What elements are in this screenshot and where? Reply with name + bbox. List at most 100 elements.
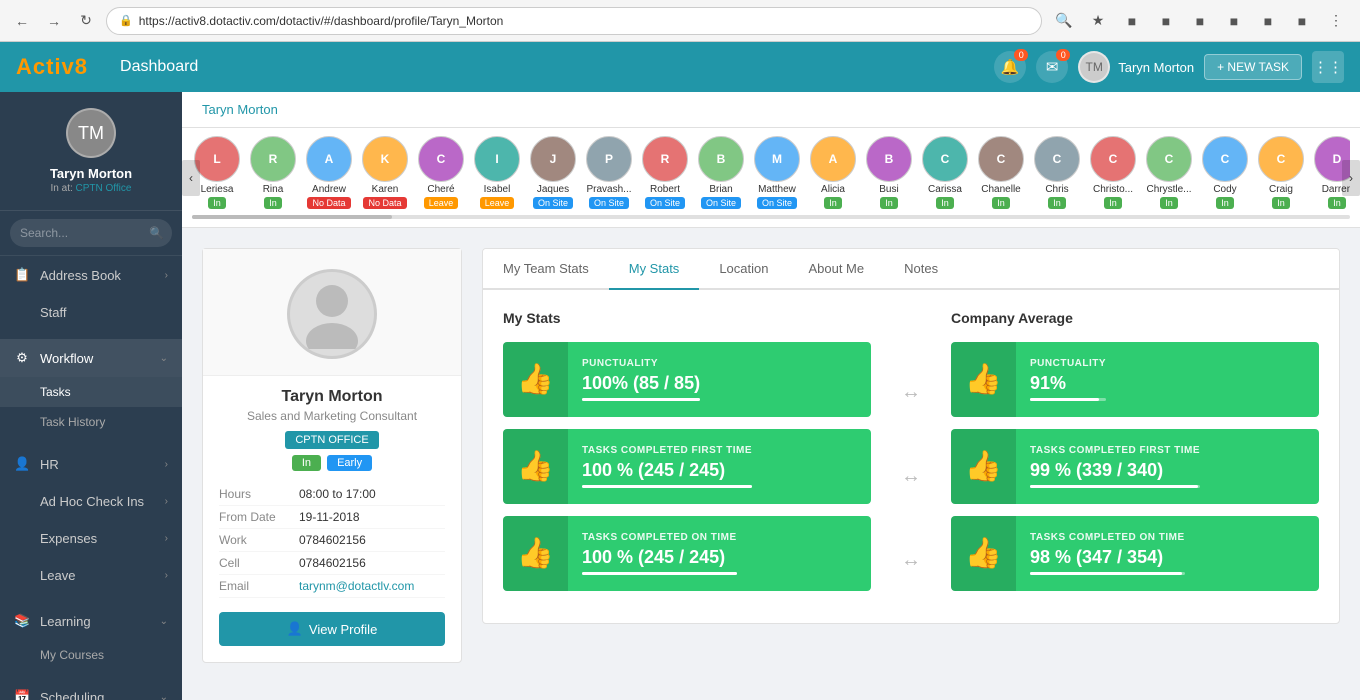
- thumbs-up-icon: 👍: [517, 362, 554, 397]
- team-member-name: Robert: [650, 184, 680, 195]
- stat-icon-area: 👍: [503, 516, 568, 591]
- search-icon: 🔍: [149, 226, 164, 240]
- tab-about-me[interactable]: About Me: [788, 249, 884, 290]
- stat-bar-fill: [1030, 485, 1198, 488]
- team-member[interactable]: C Cody In: [1200, 136, 1250, 209]
- team-member[interactable]: A Andrew No Data: [304, 136, 354, 209]
- sidebar-item-adhoc[interactable]: Ad Hoc Check Ins ›: [0, 483, 182, 520]
- team-member-status: In: [1272, 197, 1290, 209]
- team-member[interactable]: C Christo... In: [1088, 136, 1138, 209]
- sidebar-item-workflow[interactable]: ⚙ Workflow ⌄: [0, 339, 182, 377]
- strip-nav-left-button[interactable]: ‹: [182, 160, 200, 196]
- team-member-avatar: C: [1090, 136, 1136, 182]
- stat-label: TASKS COMPLETED FIRST TIME: [1030, 445, 1200, 456]
- messages-button[interactable]: ✉ 0: [1036, 51, 1068, 83]
- forward-button[interactable]: →: [42, 9, 66, 33]
- sidebar-avatar: TM: [66, 108, 116, 158]
- sidebar-item-expenses[interactable]: Expenses ›: [0, 520, 182, 557]
- profile-avatar-area: [203, 249, 461, 376]
- team-member-avatar: B: [698, 136, 744, 182]
- arrow-icon-1: ↔: [901, 381, 921, 404]
- team-strip: L Leriesa In R Rina In A Andrew No Data …: [192, 136, 1350, 209]
- refresh-button[interactable]: ↻: [74, 9, 98, 33]
- team-member-avatar: C: [1202, 136, 1248, 182]
- tab-my-stats[interactable]: My Stats: [609, 249, 700, 290]
- browser-ext1-button[interactable]: ■: [1118, 7, 1146, 35]
- breadcrumb: Taryn Morton: [202, 102, 278, 117]
- stat-icon-area: 👍: [951, 342, 1016, 417]
- thumbs-up-icon: 👍: [965, 449, 1002, 484]
- company-stats-cards: 👍 PUNCTUALITY 91% 👍 TASKS COMPLETED FIRS…: [951, 342, 1319, 591]
- browser-menu-button[interactable]: ⋮: [1322, 7, 1350, 35]
- sidebar-item-learning[interactable]: 📚 Learning ⌄: [0, 602, 182, 640]
- chevron-icon-learning: ⌄: [160, 616, 168, 627]
- tab-my-team-stats[interactable]: My Team Stats: [483, 249, 609, 290]
- browser-search-button[interactable]: 🔍: [1050, 7, 1078, 35]
- stat-bar: [582, 485, 752, 488]
- user-name-top: Taryn Morton: [1118, 60, 1194, 75]
- top-nav-right: 🔔 0 ✉ 0 TM Taryn Morton + NEW TASK ⋮⋮: [994, 51, 1344, 83]
- url-bar[interactable]: 🔒 https://activ8.dotactiv.com/dotactiv/#…: [106, 7, 1042, 35]
- sidebar-item-scheduling[interactable]: 📅 Scheduling ⌄: [0, 678, 182, 700]
- team-member-name: Carissa: [928, 184, 962, 195]
- team-member[interactable]: I Isabel Leave: [472, 136, 522, 209]
- tab-location[interactable]: Location: [699, 249, 788, 290]
- arrow-icon-3: ↔: [901, 549, 921, 572]
- sidebar-item-staff[interactable]: Staff: [0, 294, 182, 331]
- team-member[interactable]: J Jaques On Site: [528, 136, 578, 209]
- team-member-name: Karen: [372, 184, 399, 195]
- team-member[interactable]: K Karen No Data: [360, 136, 410, 209]
- team-member[interactable]: M Matthew On Site: [752, 136, 802, 209]
- browser-ext2-button[interactable]: ■: [1152, 7, 1180, 35]
- team-member[interactable]: C Chanelle In: [976, 136, 1026, 209]
- team-member[interactable]: C Craig In: [1256, 136, 1306, 209]
- browser-ext5-button[interactable]: ■: [1254, 7, 1282, 35]
- sidebar-item-hr[interactable]: 👤 HR ›: [0, 445, 182, 483]
- team-member[interactable]: P Pravash... On Site: [584, 136, 634, 209]
- sidebar-item-address-book[interactable]: 📋 Address Book ›: [0, 256, 182, 294]
- sidebar-item-task-history[interactable]: Task History: [0, 407, 182, 437]
- strip-nav-right-button[interactable]: ›: [1342, 160, 1360, 196]
- stat-bar: [582, 572, 737, 575]
- stat-info: TASKS COMPLETED ON TIME 98 % (347 / 354): [1016, 522, 1199, 585]
- chevron-icon-adhoc: ›: [165, 496, 168, 507]
- team-member-status: In: [1048, 197, 1066, 209]
- arrow-connector: ↔ ↔ ↔: [891, 310, 931, 603]
- team-member[interactable]: B Brian On Site: [696, 136, 746, 209]
- sidebar-item-my-courses[interactable]: My Courses: [0, 640, 182, 670]
- sidebar-item-tasks[interactable]: Tasks: [0, 377, 182, 407]
- browser-ext4-button[interactable]: ■: [1220, 7, 1248, 35]
- team-member[interactable]: C Chris In: [1032, 136, 1082, 209]
- stat-bar-fill: [582, 572, 737, 575]
- stat-bar-fill: [1030, 398, 1099, 401]
- notifications-button[interactable]: 🔔 0: [994, 51, 1026, 83]
- browser-star-button[interactable]: ★: [1084, 7, 1112, 35]
- team-member[interactable]: C Carissa In: [920, 136, 970, 209]
- sidebar-label-hr: HR: [40, 457, 165, 472]
- stat-value: 98 % (347 / 354): [1030, 547, 1185, 568]
- team-member[interactable]: A Alicia In: [808, 136, 858, 209]
- sidebar-item-leave[interactable]: Leave ›: [0, 557, 182, 594]
- stat-bar-fill: [1030, 572, 1182, 575]
- team-member[interactable]: R Rina In: [248, 136, 298, 209]
- view-profile-button[interactable]: 👤 View Profile: [219, 612, 445, 646]
- from-date-label: From Date: [219, 510, 299, 524]
- team-member[interactable]: C Cheré Leave: [416, 136, 466, 209]
- share-button[interactable]: ⋮⋮: [1312, 51, 1344, 83]
- stat-value: 99 % (339 / 340): [1030, 460, 1200, 481]
- app-logo: Activ8: [16, 54, 88, 80]
- new-task-button[interactable]: + NEW TASK: [1204, 54, 1302, 80]
- browser-ext3-button[interactable]: ■: [1186, 7, 1214, 35]
- sidebar-search[interactable]: 🔍: [0, 211, 182, 256]
- back-button[interactable]: ←: [10, 9, 34, 33]
- tab-notes[interactable]: Notes: [884, 249, 958, 290]
- chevron-icon-leave: ›: [165, 570, 168, 581]
- search-input[interactable]: [10, 219, 172, 247]
- team-member[interactable]: C Chrystle... In: [1144, 136, 1194, 209]
- team-member[interactable]: B Busi In: [864, 136, 914, 209]
- logo-text: Activ: [16, 54, 75, 79]
- team-member[interactable]: R Robert On Site: [640, 136, 690, 209]
- chevron-icon-hr: ›: [165, 459, 168, 470]
- browser-ext6-button[interactable]: ■: [1288, 7, 1316, 35]
- team-member-avatar: C: [922, 136, 968, 182]
